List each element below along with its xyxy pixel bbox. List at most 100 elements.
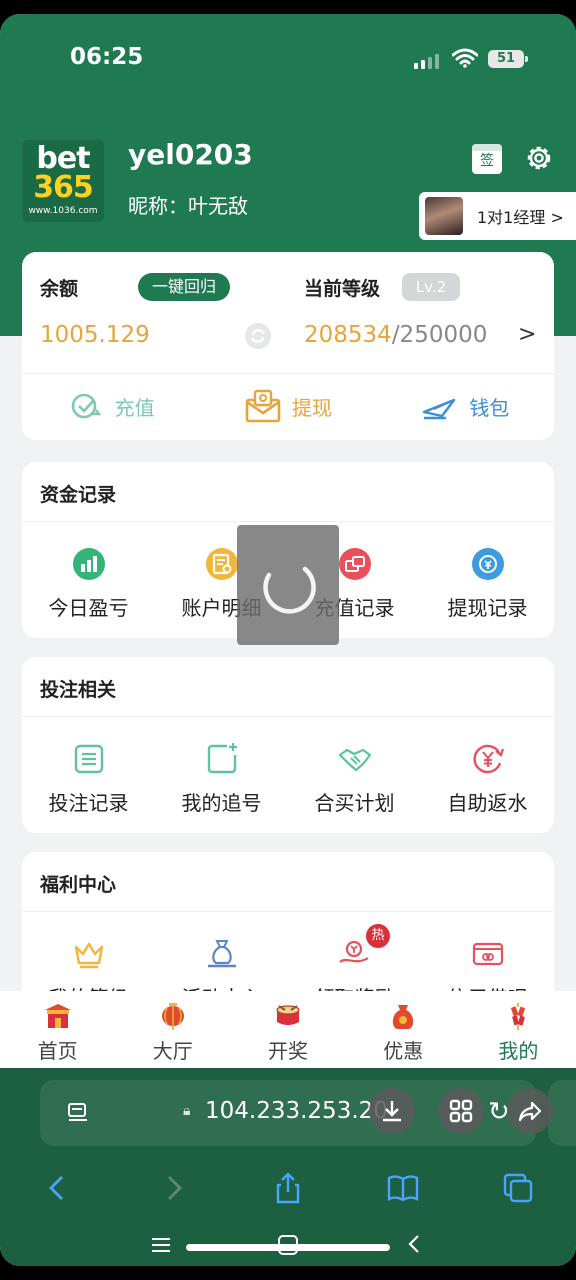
system-back-icon[interactable] (404, 1232, 424, 1256)
refresh-icon[interactable] (244, 322, 272, 350)
withdraw-record-label: 提现记录 (447, 596, 528, 620)
grid-icon (449, 1099, 473, 1123)
sign-in-calendar-icon[interactable]: 签 (472, 144, 502, 174)
withdraw-record-item[interactable]: 提现记录 (421, 522, 554, 621)
manager-avatar (425, 197, 463, 235)
share-icon (276, 1172, 300, 1204)
bookmarks-button[interactable] (346, 1166, 461, 1210)
wallet-button[interactable]: 钱包 (377, 378, 554, 434)
share-button[interactable] (230, 1166, 345, 1210)
page-menu-icon[interactable] (66, 1101, 90, 1125)
manager-label: 1对1经理 > (477, 208, 564, 227)
nickname: 昵称：叶无敌 (128, 194, 248, 218)
chase-number-label: 我的追号 (181, 791, 262, 815)
bet-record-item[interactable]: 投注记录 (22, 717, 155, 816)
one-click-recall-button[interactable]: 一键回归 (138, 273, 230, 301)
deposit-icon (71, 393, 102, 419)
loading-spinner (237, 525, 339, 645)
fund-records-title: 资金记录 (40, 484, 117, 506)
crown-icon (74, 942, 103, 969)
self-rebate-label: 自助返水 (447, 791, 528, 815)
level-detail-chevron[interactable]: > (518, 322, 536, 347)
deposit-button[interactable]: 充值 (22, 378, 199, 434)
home-gate-icon (44, 1004, 71, 1028)
withdraw-record-icon (471, 548, 504, 580)
welfare-title: 福利中心 (40, 874, 117, 896)
account-detail-icon (205, 548, 238, 580)
wallet-plane-icon (423, 398, 456, 420)
back-button[interactable] (0, 1166, 115, 1210)
tabs-icon (504, 1173, 533, 1203)
lantern-icon (161, 1003, 184, 1030)
lock-icon: 🔒︎ (183, 1103, 191, 1119)
balance-card: 余额 一键回归 当前等级 Lv.2 1005.129 208534/250000… (22, 252, 554, 440)
book-icon (388, 1175, 419, 1202)
status-time: 06:25 (70, 44, 144, 70)
credit-card-icon (472, 942, 503, 966)
bottom-tab-bar: 首页 大厅 开奖 优惠 我的 (0, 991, 576, 1068)
download-icon (383, 1101, 401, 1122)
deposit-label: 充值 (114, 395, 155, 420)
recent-apps-icon[interactable] (150, 1236, 172, 1254)
firecracker-icon (511, 1003, 526, 1030)
bet-record-icon (74, 744, 103, 774)
self-rebate-item[interactable]: 自助返水 (421, 717, 554, 816)
withdraw-envelope-icon (245, 389, 281, 423)
group-buy-item[interactable]: 合买计划 (288, 717, 421, 816)
tabs-grid-button[interactable] (438, 1088, 484, 1134)
level-label: 当前等级 (304, 278, 381, 300)
bet365-logo: bet 365 www.1036.com (22, 140, 104, 222)
wallet-label: 钱包 (469, 395, 510, 420)
group-buy-label: 合买计划 (314, 791, 395, 815)
gear-icon[interactable] (523, 142, 555, 174)
chevron-right-icon (167, 1176, 182, 1200)
share-arrow-icon (518, 1101, 542, 1122)
tab-promotions-label: 优惠 (383, 1039, 424, 1063)
divider (22, 373, 554, 374)
deposit-record-icon (338, 548, 371, 580)
level-progress: 208534/250000 (304, 322, 487, 348)
withdraw-button[interactable]: 提现 (199, 378, 376, 434)
username: yel0203 (128, 138, 253, 171)
spinner-icon (263, 566, 316, 614)
browser-nav-bar (0, 1166, 576, 1210)
tab-home-label: 首页 (37, 1039, 78, 1063)
home-button-icon[interactable] (278, 1235, 298, 1255)
signal-icon (414, 54, 439, 69)
tab-draw-results[interactable]: 开奖 (230, 991, 345, 1068)
drum-icon (276, 1005, 300, 1025)
download-button[interactable] (369, 1088, 415, 1134)
chevron-left-icon (48, 1176, 63, 1200)
today-profit-item[interactable]: 今日盈亏 (22, 522, 155, 621)
today-profit-label: 今日盈亏 (48, 596, 129, 620)
logo-url: www.1036.com (28, 206, 98, 216)
withdraw-label: 提现 (291, 395, 332, 420)
chase-number-icon (207, 743, 237, 774)
balance-actions: 充值 提现 钱包 (22, 378, 554, 434)
tab-draw-results-label: 开奖 (268, 1039, 308, 1063)
tab-lobby[interactable]: 大厅 (115, 991, 230, 1068)
tab-home[interactable]: 首页 (0, 991, 115, 1068)
balance-label: 余额 (40, 278, 79, 300)
tab-mine[interactable]: 我的 (461, 991, 576, 1068)
level-current: 208534 (304, 322, 392, 348)
bet-record-label: 投注记录 (48, 791, 129, 815)
forward-share-button[interactable] (507, 1088, 553, 1134)
system-nav-bar (0, 1226, 576, 1266)
level-target: /250000 (391, 322, 488, 348)
tabs-button[interactable] (461, 1166, 576, 1210)
chase-number-item[interactable]: 我的追号 (155, 717, 288, 816)
rebate-icon (473, 744, 504, 774)
account-manager-button[interactable]: 1对1经理 > (419, 192, 576, 240)
betting-title: 投注相关 (40, 679, 117, 701)
betting-grid: 投注记录 我的追号 合买计划 自助返水 (22, 717, 554, 816)
phone-screen: 06:25 51 bet 365 www.1036.com yel0203 昵称… (0, 14, 576, 1266)
betting-card: 投注相关 投注记录 我的追号 合买计划 自助返水 (22, 657, 554, 833)
level-badge: Lv.2 (402, 273, 460, 301)
wifi-icon (452, 48, 478, 68)
tab-mine-label: 我的 (498, 1039, 539, 1063)
forward-button[interactable] (115, 1166, 230, 1210)
tab-promotions[interactable]: 优惠 (346, 991, 461, 1068)
profit-chart-icon (72, 548, 105, 580)
balance-value: 1005.129 (40, 322, 150, 348)
